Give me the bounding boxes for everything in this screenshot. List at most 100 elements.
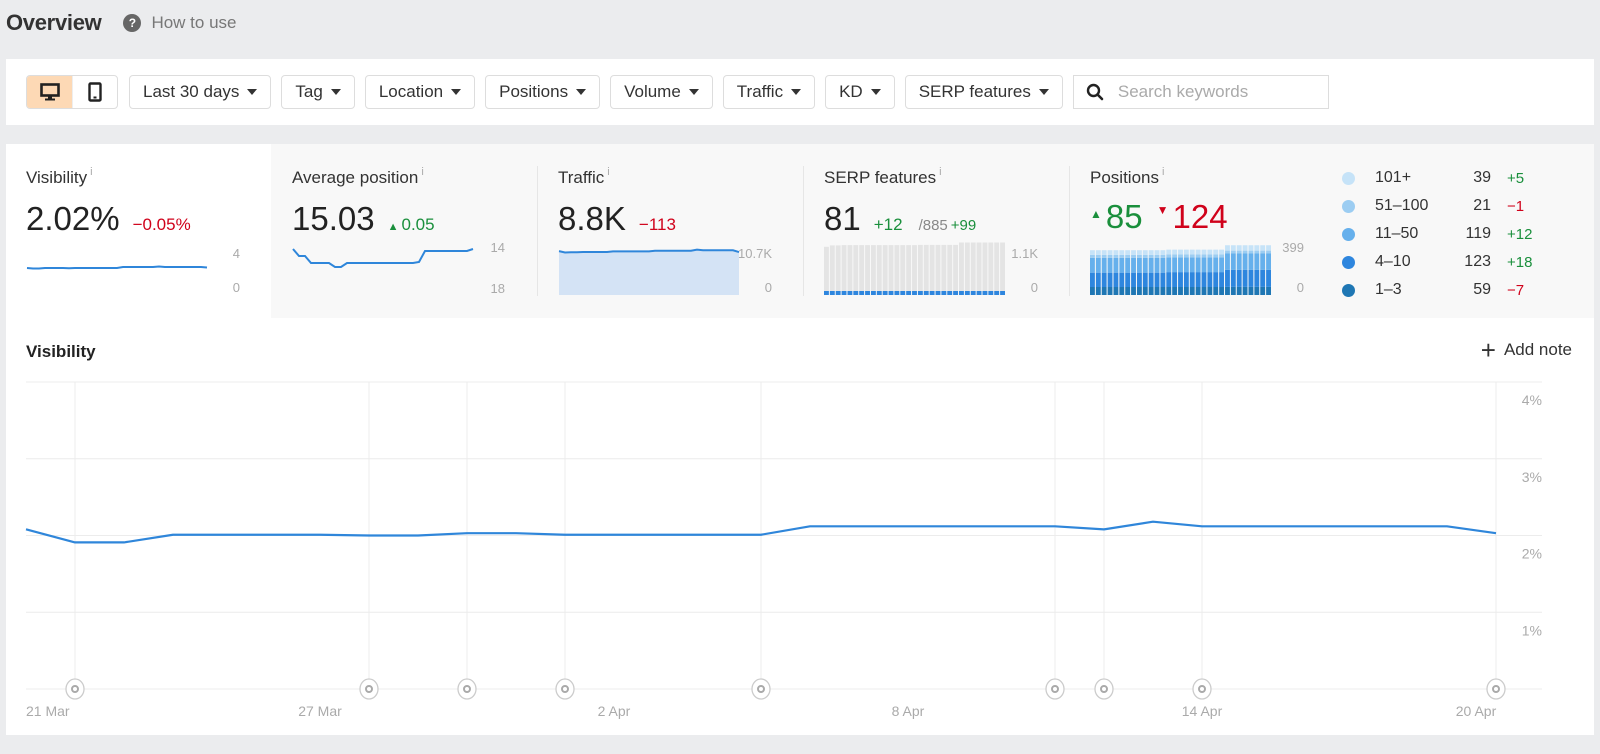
filter-positions[interactable]: Positions [485, 75, 601, 109]
positions-bar-segment [1131, 257, 1136, 273]
filter-label: Tag [295, 82, 323, 101]
legend-item[interactable]: 101+ 39 +5 [1342, 164, 1582, 192]
note-marker-ring [1192, 678, 1212, 700]
positions-bar-segment [1178, 257, 1183, 273]
caret-down-icon [1038, 89, 1049, 95]
metric-label-text: Traffic [558, 168, 605, 187]
legend-item[interactable]: 51–100 21 −1 [1342, 192, 1582, 220]
serp-total-bar [959, 242, 964, 295]
serp-owned-bar [853, 291, 859, 295]
positions-bar-segment [1154, 250, 1160, 255]
how-to-use-link[interactable]: ? How to use [123, 13, 237, 33]
legend-delta: +18 [1507, 253, 1533, 271]
positions-bar-segment [1213, 287, 1219, 295]
metric-label: Average position i [292, 166, 424, 188]
average-position-sparkline [292, 248, 474, 268]
desktop-button[interactable] [27, 76, 72, 108]
chart-title: Visibility [26, 342, 96, 361]
note-marker-ring [1486, 678, 1506, 700]
serp-total-bar [923, 244, 929, 295]
filter-serp-features[interactable]: SERP features [904, 75, 1063, 109]
caret-down-icon [791, 89, 802, 95]
note-marker-icon[interactable] [457, 678, 477, 700]
metric-average-position[interactable]: Average position i 15.03 ▲ 0.05 14 18 [271, 144, 537, 318]
positions-bar-segment [1189, 272, 1195, 288]
info-icon[interactable]: i [90, 166, 92, 178]
metric-label: SERP features i [824, 166, 942, 188]
metric-label-text: SERP features [824, 168, 937, 187]
filter-volume[interactable]: Volume [610, 75, 713, 109]
x-tick-label: 20 Apr [1456, 703, 1497, 719]
add-note-button[interactable]: + Add note [1481, 337, 1572, 363]
positions-bar-segment [1178, 249, 1183, 255]
positions-bar-segment [1090, 250, 1095, 255]
mobile-button[interactable] [72, 76, 117, 108]
note-marker-icon[interactable] [359, 678, 379, 700]
positions-stacked-bar-chart [1090, 245, 1271, 295]
positions-bar-segment [1254, 286, 1260, 295]
serp-total-bar [876, 245, 882, 295]
serp-features-bar-chart [824, 242, 1005, 295]
positions-bar-segment [1201, 249, 1207, 255]
legend-item[interactable]: 1–3 59 −7 [1342, 276, 1582, 304]
note-marker-icon[interactable] [1486, 678, 1506, 700]
legend-count: 123 [1464, 253, 1491, 270]
positions-bar-segment [1254, 269, 1260, 287]
filter-traffic[interactable]: Traffic [722, 75, 816, 109]
legend-item[interactable]: 11–50 119 +12 [1342, 220, 1582, 248]
legend-delta: +12 [1507, 225, 1533, 243]
desktop-icon [39, 83, 60, 101]
legend-dot-icon [1342, 171, 1355, 185]
note-marker-icon[interactable] [751, 678, 771, 700]
serp-owned-bar [824, 291, 829, 295]
positions-bar-segment [1148, 287, 1154, 295]
info-icon[interactable]: i [1162, 166, 1164, 178]
note-marker-icon[interactable] [1045, 678, 1065, 700]
note-marker-ring [1094, 678, 1114, 700]
x-tick-label: 21 Mar [26, 703, 70, 719]
positions-bar-segment [1225, 253, 1230, 270]
positions-bar-segment [1207, 257, 1213, 273]
axis-min-label: 0 [1296, 280, 1304, 295]
positions-bar-segment [1183, 254, 1189, 258]
serp-total-bar [829, 245, 835, 295]
info-icon[interactable]: i [939, 166, 941, 178]
positions-bar-segment [1183, 287, 1189, 295]
serp-owned-bar [923, 291, 929, 295]
serp-owned-bar [906, 291, 912, 295]
positions-bar-segment [1195, 257, 1201, 273]
positions-bar-segment [1207, 272, 1213, 288]
positions-bar-segment [1101, 257, 1107, 273]
serp-total-bar [941, 244, 947, 295]
serp-owned-bar [847, 291, 853, 295]
serp-features-total-delta: +99 [950, 217, 977, 234]
traffic-value: 8.8K [558, 200, 626, 237]
note-marker-icon[interactable] [1094, 678, 1114, 700]
visibility-line-chart: 1% 2% 3% 4% 21 Mar 27 Mar 2 Apr 8 Apr 14 Apr 20 A… [25, 381, 1542, 719]
positions-bar-segment [1095, 287, 1101, 295]
metric-serp-features[interactable]: SERP features i 81 +12 /885 +99 1.1K 0 [804, 144, 1069, 318]
serp-owned-bar [870, 291, 876, 295]
serp-total-bar [865, 245, 870, 295]
note-marker-icon[interactable] [555, 678, 575, 700]
positions-bar-segment [1125, 272, 1131, 288]
filter-tag[interactable]: Tag [281, 75, 355, 109]
search-keywords-input[interactable] [1117, 82, 1318, 102]
positions-bar-segment [1201, 257, 1207, 273]
positions-bar-segment [1095, 250, 1101, 255]
serp-owned-bar [894, 291, 900, 295]
axis-min-label: 18 [490, 281, 505, 296]
metric-visibility[interactable]: Visibility i 2.02% −0.05% 4 0 [6, 144, 271, 318]
metric-value: ▲ 85 ▼ 124 [1090, 198, 1228, 236]
note-marker-icon[interactable] [1192, 678, 1212, 700]
positions-bar-segment [1230, 269, 1236, 287]
metric-traffic[interactable]: Traffic i 8.8K −113 10.7K 0 [538, 144, 803, 318]
filter-location[interactable]: Location [364, 75, 476, 109]
info-icon[interactable]: i [421, 166, 423, 178]
info-icon[interactable]: i [607, 166, 609, 178]
legend-item[interactable]: 4–10 123 +18 [1342, 248, 1582, 276]
filter-kd[interactable]: KD [825, 75, 895, 109]
note-marker-icon[interactable] [65, 678, 85, 700]
filter-date-range[interactable]: Last 30 days [129, 75, 272, 109]
positions-bar-segment [1219, 287, 1225, 295]
